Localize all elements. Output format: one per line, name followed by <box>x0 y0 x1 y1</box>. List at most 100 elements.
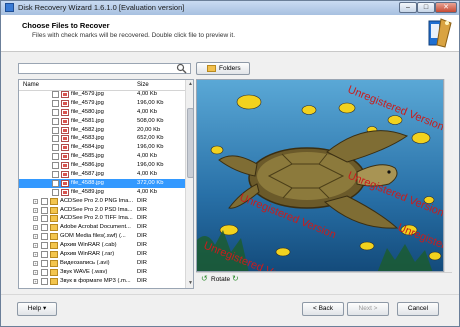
file-list: file_4579.jpg 4,00 Kb file_4579.jpg 196,00 … <box>19 90 185 286</box>
folder-row[interactable]: + ACDSee Pro 2.0 TIFF Ima... DIR <box>19 214 185 223</box>
row-name: Звук в формате MP3 (.m... <box>60 277 131 284</box>
expand-icon[interactable]: + <box>33 207 38 213</box>
row-size: DIR <box>137 224 147 231</box>
row-size: DIR <box>137 233 147 240</box>
folder-icon <box>50 251 58 259</box>
file-row[interactable]: file_4584.jpg 196,00 Kb <box>19 143 185 152</box>
expand-icon[interactable]: + <box>33 243 38 249</box>
row-name: file_4586.jpg <box>71 162 104 169</box>
expand-icon[interactable]: + <box>33 278 38 284</box>
file-row[interactable]: file_4580.jpg 4,00 Kb <box>19 108 185 117</box>
expand-icon[interactable]: + <box>33 225 38 231</box>
row-checkbox[interactable] <box>52 171 59 179</box>
column-header-size[interactable]: Size <box>137 82 149 88</box>
row-size: 4,00 Kb <box>137 171 157 178</box>
row-checkbox[interactable] <box>41 242 48 250</box>
minimize-button[interactable]: – <box>399 2 417 13</box>
folder-row[interactable]: + Звук WAVE (.wav) DIR <box>19 268 185 277</box>
rotate-toolbar: ↺ Rotate ↻ <box>196 272 452 287</box>
folder-row[interactable]: + ACDSee Pro 2.0 PNG Ima... DIR <box>19 197 185 206</box>
expand-icon[interactable]: + <box>33 198 38 204</box>
column-header-name[interactable]: Name <box>23 82 39 88</box>
folder-row[interactable]: + ACDSee Pro 2.0 PSD Ima... DIR <box>19 206 185 215</box>
expand-icon[interactable]: + <box>33 269 38 275</box>
folder-row[interactable]: + Архив WinRAR (.rar) DIR <box>19 250 185 259</box>
close-button[interactable]: ✕ <box>435 2 457 13</box>
row-size: 4,00 Kb <box>137 108 157 115</box>
row-checkbox[interactable] <box>41 259 48 267</box>
row-size: DIR <box>137 277 147 284</box>
row-name: Adobe Acrobat Document... <box>60 224 131 231</box>
row-checkbox[interactable] <box>41 197 48 205</box>
scrollbar-thumb[interactable] <box>187 108 193 178</box>
scroll-up-icon[interactable]: ▲ <box>188 81 193 87</box>
row-checkbox[interactable] <box>52 91 59 98</box>
file-row[interactable]: file_4588.jpg 372,00 Kb <box>19 178 185 188</box>
next-button[interactable]: Next > <box>347 302 389 316</box>
expand-icon[interactable]: + <box>33 216 38 222</box>
row-checkbox[interactable] <box>52 153 59 161</box>
row-checkbox[interactable] <box>41 215 48 223</box>
row-checkbox[interactable] <box>41 224 48 232</box>
folder-icon <box>50 277 58 285</box>
file-row[interactable]: file_4579.jpg 196,00 Kb <box>19 99 185 108</box>
row-checkbox[interactable] <box>41 206 48 214</box>
maximize-button[interactable]: □ <box>417 2 435 13</box>
folder-icon <box>50 197 58 205</box>
folder-row[interactable]: + Архив WinRAR (.cab) DIR <box>19 241 185 250</box>
search-input[interactable] <box>18 63 191 74</box>
file-row[interactable]: file_4589.jpg 4,00 Kb <box>19 188 185 197</box>
expand-icon[interactable]: + <box>33 260 38 266</box>
preview-scrollbar[interactable] <box>444 79 453 272</box>
row-checkbox[interactable] <box>52 108 59 116</box>
file-list-scrollbar[interactable]: ▲ ▼ <box>185 80 193 288</box>
file-row[interactable]: file_4579.jpg 4,00 Kb <box>19 90 185 99</box>
folder-row[interactable]: + Звук в формате MP3 (.m... DIR <box>19 277 185 286</box>
row-size: 508,00 Kb <box>137 117 164 124</box>
row-checkbox[interactable] <box>41 251 48 259</box>
row-checkbox[interactable] <box>52 117 59 125</box>
row-checkbox[interactable] <box>41 277 48 285</box>
expand-icon[interactable]: + <box>33 252 38 258</box>
image-file-icon <box>61 153 69 161</box>
app-window: Disk Recovery Wizard 1.6.1.0 [Evaluation… <box>0 0 460 327</box>
file-row[interactable]: file_4585.jpg 4,00 Kb <box>19 152 185 161</box>
search-icon[interactable] <box>176 63 187 74</box>
row-checkbox[interactable] <box>52 179 59 187</box>
folder-icon <box>50 224 58 232</box>
expand-icon[interactable]: + <box>33 234 38 240</box>
file-row[interactable]: file_4586.jpg 196,00 Kb <box>19 161 185 170</box>
folder-row[interactable]: + Видеозапись (.avi) DIR <box>19 259 185 268</box>
folder-row[interactable]: + GOM Media files(.swf) (... DIR <box>19 232 185 241</box>
row-name: file_4580.jpg <box>71 108 104 115</box>
row-checkbox[interactable] <box>52 144 59 152</box>
file-row[interactable]: file_4587.jpg 4,00 Kb <box>19 170 185 179</box>
row-checkbox[interactable] <box>52 162 59 170</box>
help-button[interactable]: Help ▾ <box>17 302 57 316</box>
row-checkbox[interactable] <box>52 135 59 143</box>
cancel-button[interactable]: Cancel <box>397 302 439 316</box>
folders-button[interactable]: Folders <box>196 62 250 75</box>
image-preview: Unregistered Version Unregistered Versio… <box>196 79 444 272</box>
folder-icon <box>50 242 58 250</box>
row-checkbox[interactable] <box>41 233 48 241</box>
back-button[interactable]: < Back <box>302 302 344 316</box>
row-checkbox[interactable] <box>52 188 59 196</box>
row-size: 196,00 Kb <box>137 144 164 151</box>
rotate-right-icon[interactable]: ↻ <box>232 275 240 283</box>
row-size: 652,00 Kb <box>137 135 164 142</box>
file-row[interactable]: file_4581.jpg 508,00 Kb <box>19 117 185 126</box>
scroll-down-icon[interactable]: ▼ <box>188 280 193 286</box>
row-name: file_4583.jpg <box>71 135 104 142</box>
row-size: DIR <box>137 206 147 213</box>
row-checkbox[interactable] <box>52 99 59 107</box>
image-file-icon <box>61 188 69 196</box>
file-row[interactable]: file_4583.jpg 652,00 Kb <box>19 134 185 143</box>
row-checkbox[interactable] <box>41 268 48 276</box>
rotate-left-icon[interactable]: ↺ <box>201 275 209 283</box>
row-checkbox[interactable] <box>52 126 59 134</box>
row-name: file_4581.jpg <box>71 117 104 124</box>
folder-row[interactable]: + Adobe Acrobat Document... DIR <box>19 223 185 232</box>
window-title: Disk Recovery Wizard 1.6.1.0 [Evaluation… <box>18 3 185 12</box>
file-row[interactable]: file_4582.jpg 20,00 Kb <box>19 126 185 135</box>
